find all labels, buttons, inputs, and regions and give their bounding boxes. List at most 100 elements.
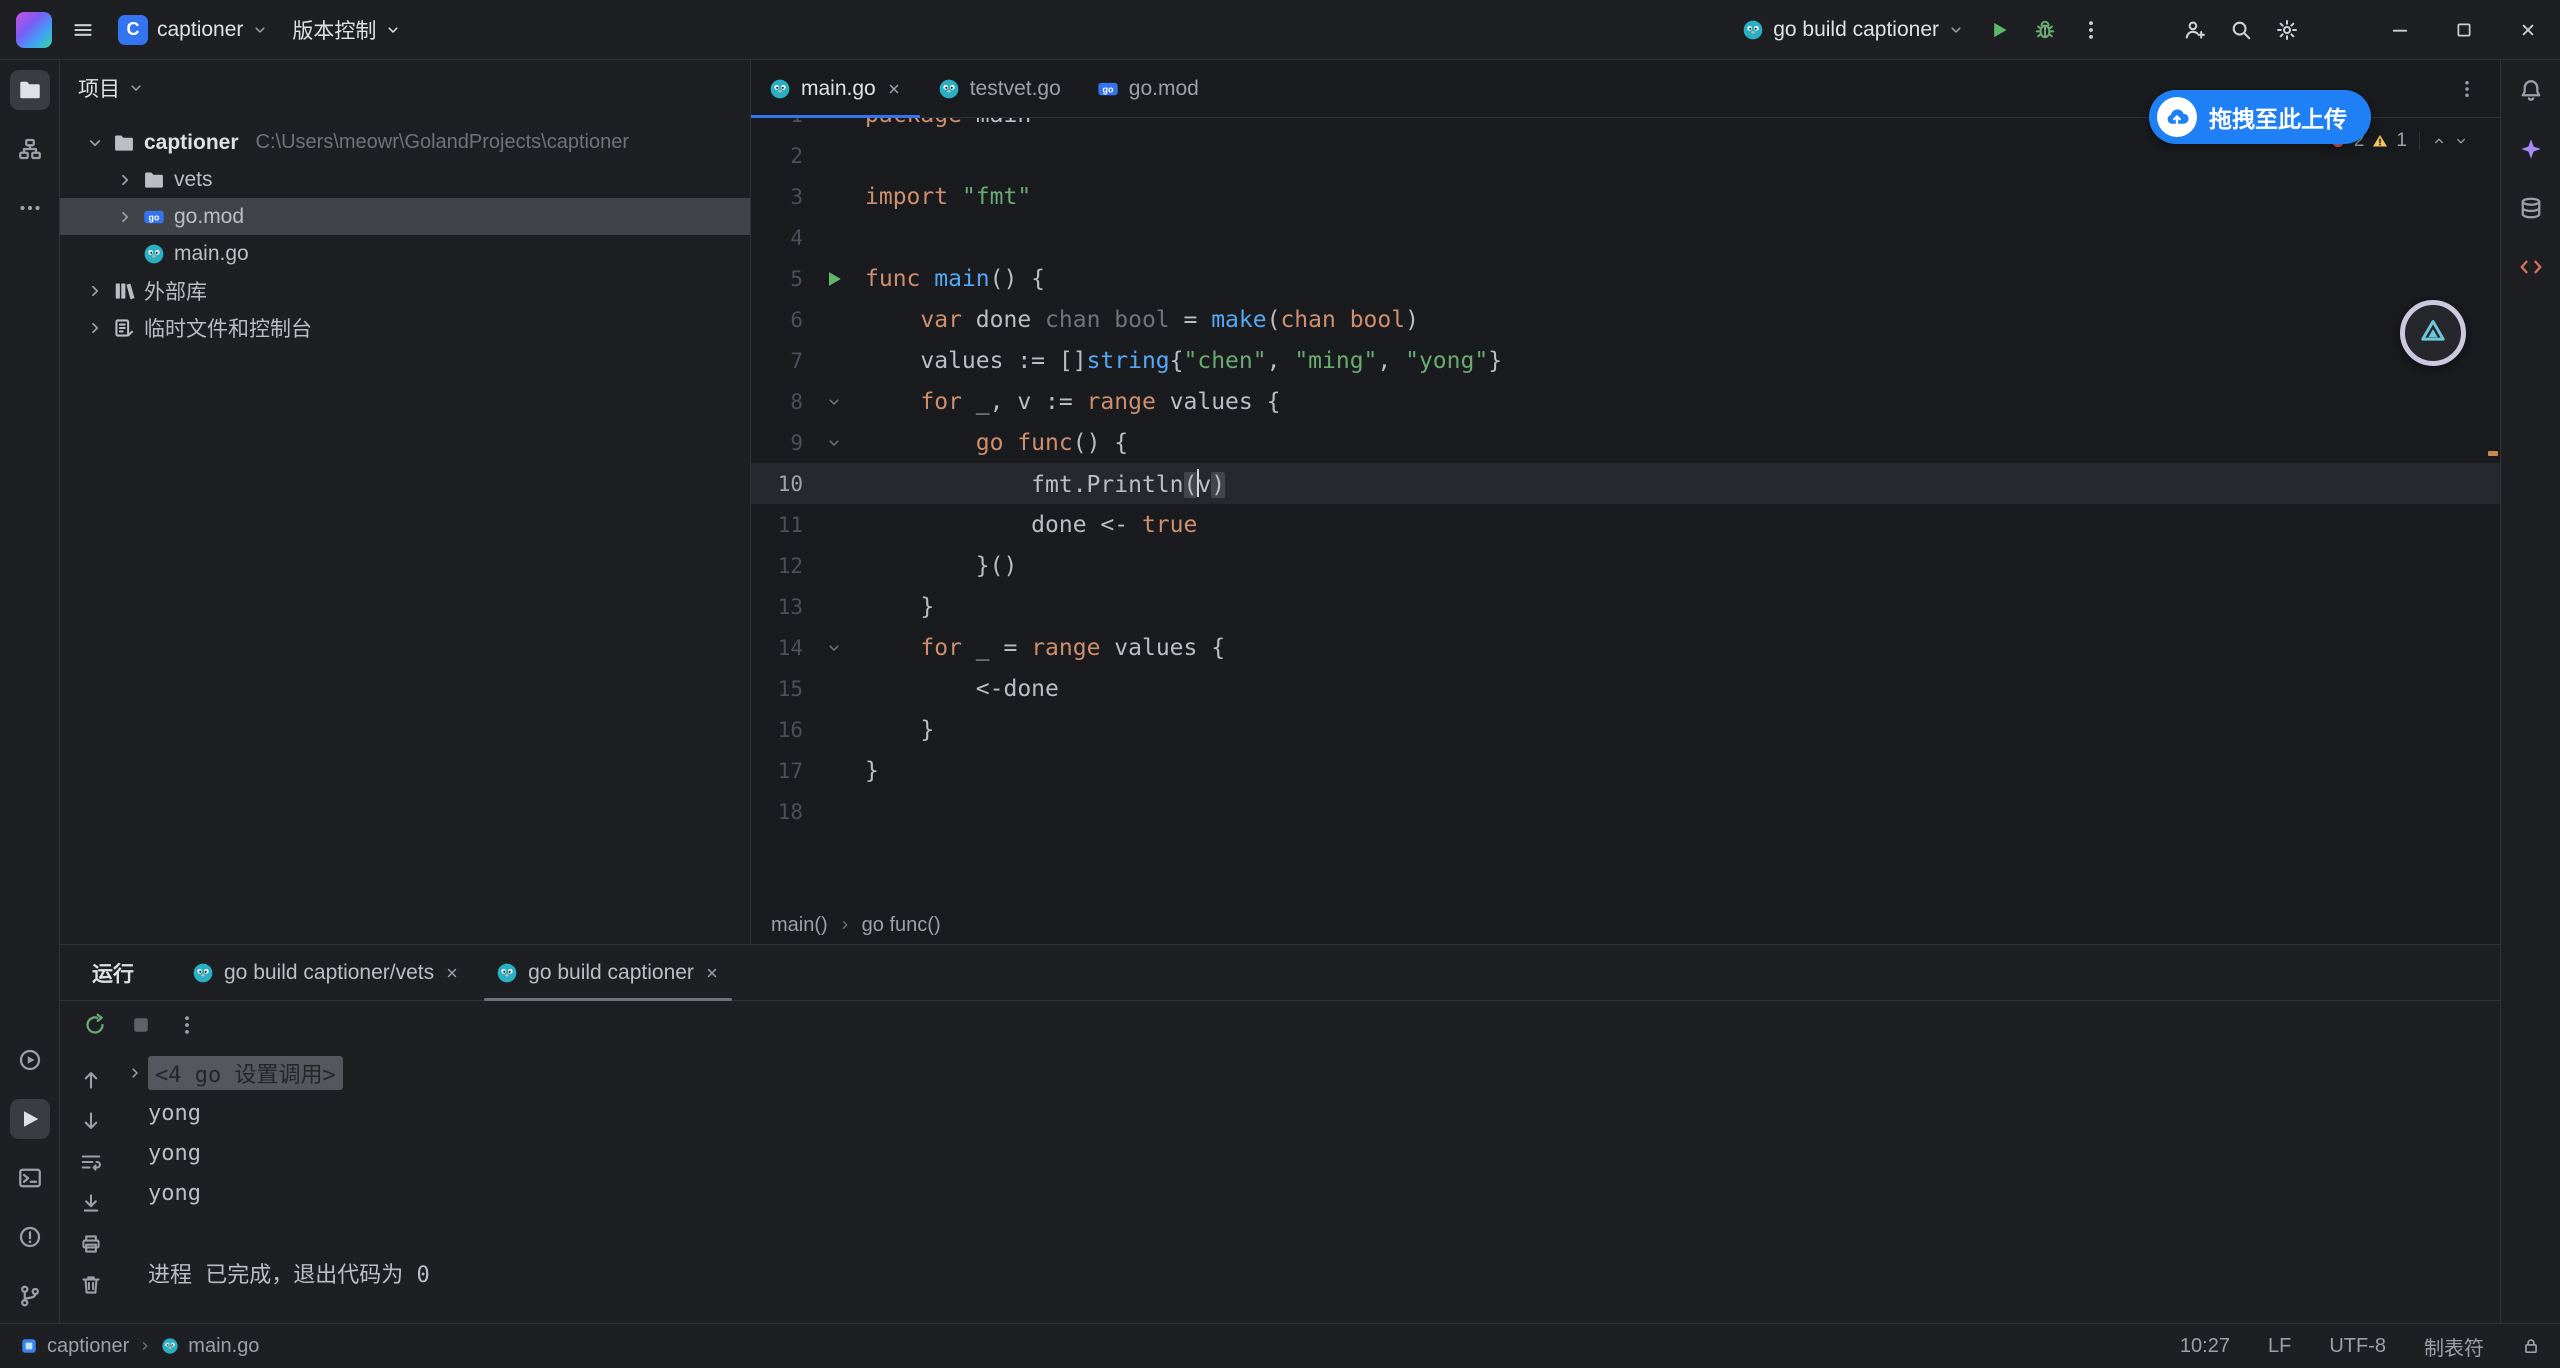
chevron-down-icon[interactable] bbox=[86, 134, 104, 152]
fold-region-icon[interactable] bbox=[803, 435, 865, 451]
code-line-10[interactable]: 10 fmt.Println(v) bbox=[751, 463, 2500, 504]
code-line-16[interactable]: 16 } bbox=[751, 709, 2500, 750]
chevron-right-icon[interactable] bbox=[86, 319, 104, 337]
warning-stripe-mark[interactable] bbox=[2488, 451, 2498, 456]
code-line-7[interactable]: 7 values := []string{"chen", "ming", "yo… bbox=[751, 340, 2500, 381]
code-line-11[interactable]: 11 done <- true bbox=[751, 504, 2500, 545]
tool-button-problems[interactable] bbox=[10, 1217, 50, 1257]
debug-button[interactable] bbox=[2022, 8, 2068, 52]
status-item[interactable]: 制表符 bbox=[2424, 1332, 2484, 1361]
editor-tab-main.go[interactable]: main.go bbox=[751, 60, 920, 117]
fold-region-icon[interactable] bbox=[803, 394, 865, 410]
main-menu-button[interactable] bbox=[60, 8, 106, 52]
maximize-icon bbox=[2455, 21, 2473, 39]
tool-button-endpoints[interactable] bbox=[2511, 247, 2551, 287]
tool-button-run[interactable] bbox=[10, 1099, 50, 1139]
tool-button-services[interactable] bbox=[10, 1040, 50, 1080]
status-item[interactable]: UTF-8 bbox=[2329, 1335, 2386, 1358]
run-tab-go build captioner/vets[interactable]: go build captioner/vets bbox=[174, 945, 478, 1000]
scroll-to-end-button[interactable] bbox=[76, 1190, 106, 1216]
code-line-5[interactable]: 5func main() { bbox=[751, 258, 2500, 299]
breadcrumb-item[interactable]: main() bbox=[771, 914, 828, 937]
stop-button[interactable] bbox=[120, 1005, 162, 1045]
tool-button-more-tools[interactable] bbox=[10, 188, 50, 228]
run-config-widget[interactable]: go build captioner bbox=[1730, 8, 1976, 52]
project-widget[interactable]: C captioner bbox=[106, 8, 280, 52]
code-line-6[interactable]: 6 var done chan bool = make(chan bool) bbox=[751, 299, 2500, 340]
tool-button-version-control[interactable] bbox=[10, 1276, 50, 1316]
status-breadcrumb[interactable]: captioner main.go bbox=[20, 1335, 259, 1358]
vcs-widget[interactable]: 版本控制 bbox=[280, 8, 413, 52]
breadcrumb-item[interactable]: go func() bbox=[862, 914, 941, 937]
project-panel-header[interactable]: 项目 bbox=[60, 60, 750, 116]
console-line: 进程 已完成，退出代码为 0 bbox=[122, 1253, 2500, 1293]
maximize-button[interactable] bbox=[2432, 0, 2496, 59]
tool-button-terminal[interactable] bbox=[10, 1158, 50, 1198]
lock-icon[interactable] bbox=[2522, 1337, 2540, 1355]
status-item[interactable]: LF bbox=[2268, 1335, 2291, 1358]
more-actions-button[interactable] bbox=[2068, 8, 2114, 52]
chevron-right-icon[interactable] bbox=[116, 208, 134, 226]
tool-button-notifications[interactable] bbox=[2511, 70, 2551, 110]
tool-button-database[interactable] bbox=[2511, 188, 2551, 228]
chevron-right-icon[interactable] bbox=[86, 282, 104, 300]
upload-overlay-badge[interactable]: 拖拽至此上传 bbox=[2149, 90, 2371, 144]
console-output[interactable]: <4 go 设置调用>yongyongyong进程 已完成，退出代码为 0 bbox=[122, 1049, 2500, 1323]
code-line-15[interactable]: 15 <-done bbox=[751, 668, 2500, 709]
print-button[interactable] bbox=[76, 1231, 106, 1257]
code-line-9[interactable]: 9 go func() { bbox=[751, 422, 2500, 463]
scroll-down-button[interactable] bbox=[76, 1108, 106, 1134]
scroll-up-button[interactable] bbox=[76, 1067, 106, 1093]
chevron-right-icon[interactable] bbox=[116, 171, 134, 189]
clear-all-button[interactable] bbox=[76, 1272, 106, 1298]
code-line-3[interactable]: 3import "fmt" bbox=[751, 176, 2500, 217]
tree-item-外部库[interactable]: 外部库 bbox=[60, 272, 750, 309]
close-tab-icon[interactable] bbox=[444, 965, 460, 981]
console-fold-toggle-icon[interactable] bbox=[122, 1065, 148, 1081]
code-line-17[interactable]: 17} bbox=[751, 750, 2500, 791]
tree-item-label: go.mod bbox=[174, 205, 244, 229]
tree-item-vets[interactable]: vets bbox=[60, 161, 750, 198]
code-line-14[interactable]: 14 for _ = range values { bbox=[751, 627, 2500, 668]
code-with-me-button[interactable] bbox=[2172, 8, 2218, 52]
rerun-button[interactable] bbox=[74, 1005, 116, 1045]
fold-region-icon[interactable] bbox=[803, 640, 865, 656]
tool-button-structure[interactable] bbox=[10, 129, 50, 169]
code-line-12[interactable]: 12 }() bbox=[751, 545, 2500, 586]
tree-item-临时文件和控制台[interactable]: 临时文件和控制台 bbox=[60, 309, 750, 346]
previous-problem-icon[interactable] bbox=[2432, 134, 2446, 148]
console-more-button[interactable] bbox=[166, 1005, 208, 1045]
run-button[interactable] bbox=[1976, 8, 2022, 52]
editor-tab-go.mod[interactable]: gogo.mod bbox=[1079, 60, 1217, 117]
minimize-button[interactable] bbox=[2368, 0, 2432, 59]
code-area[interactable]: 1package main23import "fmt"45func main()… bbox=[751, 118, 2500, 906]
folded-console-text[interactable]: <4 go 设置调用> bbox=[148, 1056, 343, 1090]
close-tab-icon[interactable] bbox=[704, 965, 720, 981]
next-problem-icon[interactable] bbox=[2454, 134, 2468, 148]
code-line-4[interactable]: 4 bbox=[751, 217, 2500, 258]
tree-item-go.mod[interactable]: gogo.mod bbox=[60, 198, 750, 235]
run-line-icon[interactable] bbox=[803, 269, 865, 289]
tool-button-project[interactable] bbox=[10, 70, 50, 110]
code-line-18[interactable]: 18 bbox=[751, 791, 2500, 832]
settings-button[interactable] bbox=[2264, 8, 2310, 52]
code-text: } bbox=[865, 758, 879, 784]
services-icon bbox=[18, 1048, 42, 1072]
line-number: 10 bbox=[751, 472, 803, 496]
close-tab-icon[interactable] bbox=[886, 81, 902, 97]
tool-button-ai-assistant[interactable] bbox=[2511, 129, 2551, 169]
tab-options-button[interactable] bbox=[2444, 67, 2490, 111]
run-tab-go build captioner[interactable]: go build captioner bbox=[478, 945, 738, 1000]
tree-item-captioner[interactable]: captionerC:\Users\meowr\GolandProjects\c… bbox=[60, 124, 750, 161]
code-line-8[interactable]: 8 for _, v := range values { bbox=[751, 381, 2500, 422]
search-everywhere-button[interactable] bbox=[2218, 8, 2264, 52]
tree-item-main.go[interactable]: main.go bbox=[60, 235, 750, 272]
code-token: ) bbox=[1211, 472, 1225, 498]
code-line-13[interactable]: 13 } bbox=[751, 586, 2500, 627]
editor-tab-testvet.go[interactable]: testvet.go bbox=[920, 60, 1079, 117]
soft-wrap-button[interactable] bbox=[76, 1149, 106, 1175]
close-button[interactable] bbox=[2496, 0, 2560, 59]
status-item[interactable]: 10:27 bbox=[2180, 1335, 2230, 1358]
floating-assistant-ball[interactable] bbox=[2400, 300, 2466, 366]
editor-scrollbar[interactable] bbox=[2486, 118, 2500, 906]
